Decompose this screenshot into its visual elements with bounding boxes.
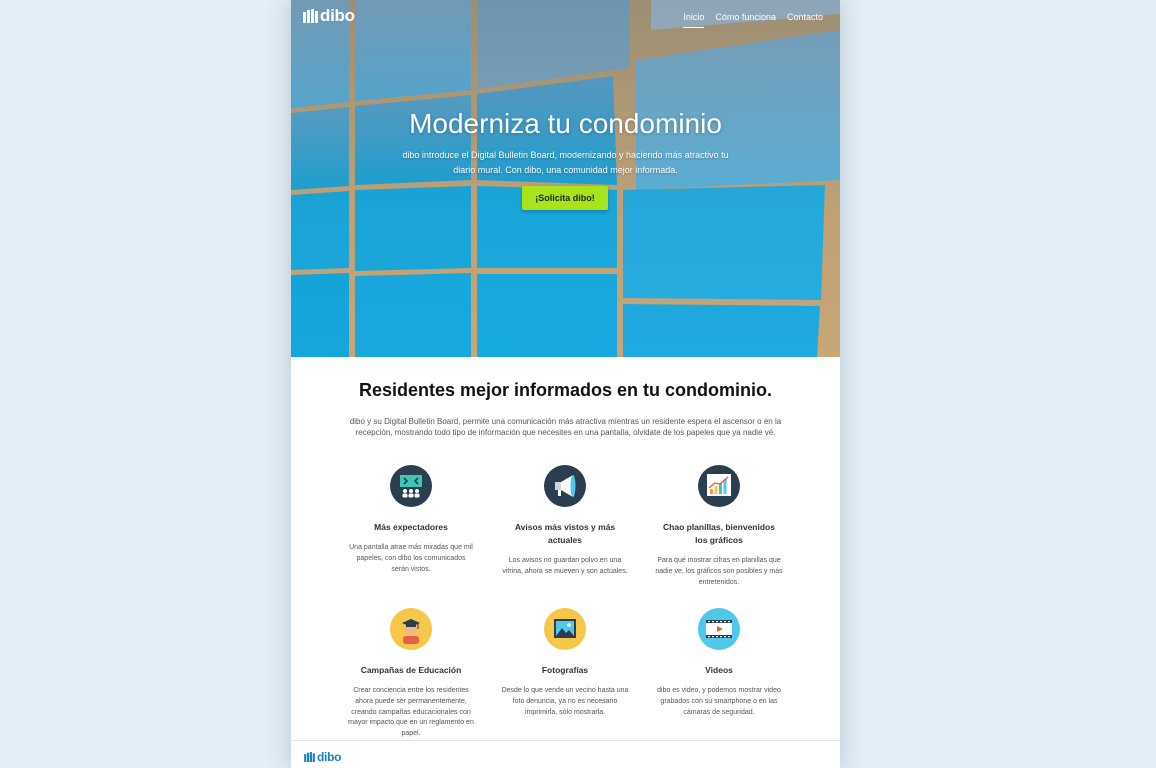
feature-description: Una pantalla atrae más miradas que mil p… <box>349 544 473 573</box>
dibo-logo-icon <box>303 9 318 23</box>
nav-contacto[interactable]: Contacto <box>787 12 823 28</box>
megaphone-icon <box>544 465 586 507</box>
feature-title: Fotografías <box>541 665 589 675</box>
top-navigation: dibo Inicio Cómo funciona Contacto <box>291 0 840 34</box>
feature-title: Campañas de Educación <box>360 665 462 675</box>
feature-avisos: Avisos más vistos y más actuales Los avi… <box>495 465 635 578</box>
section-title: Residentes mejor informados en tu condom… <box>358 380 773 400</box>
footer-logo[interactable]: dibo <box>304 748 341 766</box>
feature-title: Más expectadores <box>374 522 448 532</box>
dibo-logo[interactable]: dibo <box>303 6 355 25</box>
solicita-dibo-button[interactable]: ¡Solicita dibo! <box>522 186 608 210</box>
nav-inicio[interactable]: Inicio <box>683 12 705 28</box>
feature-description: Los avisos no guardan polvo en una vitri… <box>502 557 628 575</box>
feature-fotografias: Fotografías Desde lo que vende un vecino… <box>495 608 635 718</box>
feature-campanas: Campañas de Educación Crear conciencia e… <box>341 608 481 740</box>
footer: dibo <box>291 740 840 768</box>
feature-description: Crear conciencia entre los residentes ah… <box>348 687 474 738</box>
nav-como-funciona[interactable]: Cómo funciona <box>715 12 776 28</box>
graduate-icon <box>390 608 432 650</box>
dibo-logo-icon <box>304 752 315 762</box>
feature-description: Para qué mostrar cifras en planillas que… <box>655 557 783 586</box>
logo-text: dibo <box>320 6 355 25</box>
photo-icon <box>544 608 586 650</box>
hero-overlay <box>291 0 840 357</box>
feature-title: Videos <box>705 665 733 675</box>
feature-videos: Videos dibo es video, y podemos mostrar … <box>649 608 789 718</box>
feature-title: Chao planillas, bienvenidos los gráficos <box>663 522 775 545</box>
feature-title: Avisos más vistos y más actuales <box>514 522 616 545</box>
hero-section: dibo Inicio Cómo funciona Contacto Moder… <box>291 0 840 357</box>
bar-chart-icon <box>698 465 740 507</box>
feature-description: Desde lo que vende un vecino hasta una f… <box>501 687 629 716</box>
feature-graficos: Chao planillas, bienvenidos los gráficos… <box>649 465 789 588</box>
hero-title: Moderniza tu condominio <box>409 108 722 139</box>
hero-subtitle: dibo introduce el Digital Bulletin Board… <box>402 150 729 175</box>
page: dibo Inicio Cómo funciona Contacto Moder… <box>291 0 840 768</box>
footer-logo-text: dibo <box>317 750 342 764</box>
nav-menu: Inicio Cómo funciona Contacto <box>683 12 823 28</box>
audience-screen-icon <box>390 465 432 507</box>
section-description: dibo y su Digital Bulletin Board, permit… <box>349 417 782 437</box>
feature-mas-expectadores: Más expectadores Una pantalla atrae más … <box>341 465 481 575</box>
video-icon <box>698 608 740 650</box>
feature-description: dibo es video, y podemos mostrar video g… <box>657 687 781 716</box>
